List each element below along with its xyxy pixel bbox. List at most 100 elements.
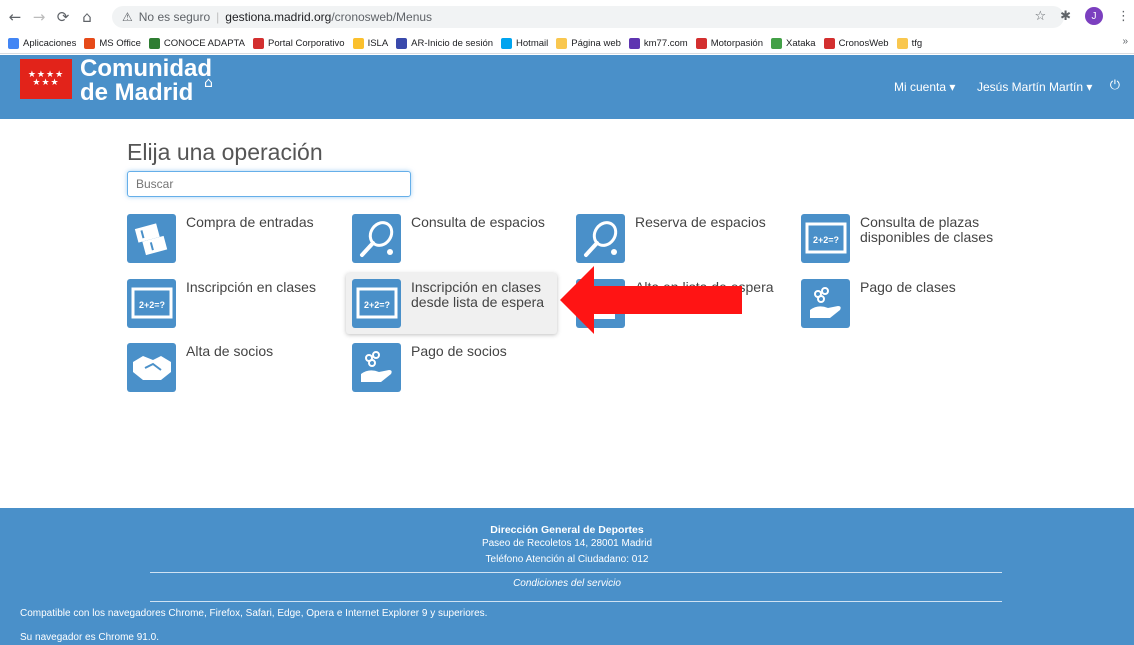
site-header: ★★★★ ★★★ Comunidad de Madrid ⌂ Mi cuenta…	[0, 55, 1134, 119]
tennis-racket-icon	[576, 214, 625, 263]
bookmark-item[interactable]: Motorpasión	[695, 38, 763, 49]
bookmark-label: Página web	[571, 38, 621, 49]
tickets-icon	[127, 214, 176, 263]
footer-address: Paseo de Recoletos 14, 28001 Madrid	[481, 538, 653, 549]
logout-power-icon[interactable]: ⏻	[1110, 78, 1120, 93]
hand-coins-icon	[801, 279, 850, 328]
bookmarks-overflow-icon[interactable]: »	[1122, 36, 1128, 47]
bookmark-item[interactable]: km77.com	[628, 38, 688, 49]
bookmark-label: Aplicaciones	[23, 38, 77, 49]
footer-divider	[150, 572, 1002, 573]
extensions-icon[interactable]: ✱	[1060, 9, 1071, 24]
footer-org: Dirección General de Deportes	[490, 524, 644, 536]
operation-label[interactable]: Reserva de espacios	[635, 215, 775, 230]
svg-text:2+2=?: 2+2=?	[363, 300, 389, 310]
brand-logo-text[interactable]: Comunidad de Madrid	[80, 57, 212, 105]
forward-icon[interactable]: →	[30, 8, 48, 26]
svg-text:2+2=?: 2+2=?	[138, 300, 164, 310]
compat-note: Compatible con los navegadores Chrome, F…	[20, 608, 488, 619]
page-title: Elija una operación	[127, 139, 323, 165]
bookmark-label: AR-Inicio de sesión	[411, 38, 494, 49]
bookmark-item[interactable]: Portal Corporativo	[253, 38, 345, 49]
bookmark-favicon-icon	[628, 38, 640, 49]
bookmark-label: km77.com	[643, 38, 688, 49]
terms-link[interactable]: Condiciones del servicio	[0, 578, 1134, 589]
flag-stars: ★★★★ ★★★	[27, 70, 65, 88]
bookmark-favicon-icon	[695, 38, 707, 49]
bookmark-item[interactable]: Hotmail	[501, 38, 548, 49]
bookmark-label: Hotmail	[516, 38, 549, 49]
operation-tile[interactable]: 2+2=? Consulta de plazas disponibles de c…	[801, 214, 1010, 263]
brand-line1: Comunidad	[80, 55, 212, 82]
bookmark-label: MS Office	[99, 38, 141, 49]
browser-toolbar: ← → ⟳ ⌂ ⚠ No es seguro | gestiona.madrid…	[0, 0, 1134, 34]
bookmark-label: tfg	[911, 38, 923, 49]
home-icon[interactable]: ⌂	[204, 75, 213, 91]
bookmark-favicon-icon	[396, 38, 408, 49]
operation-tile[interactable]: Consulta de espacios	[352, 214, 551, 263]
blackboard-icon: 2+2=?	[127, 279, 176, 328]
bookmark-favicon-icon	[896, 38, 908, 49]
warning-icon[interactable]: ⚠	[122, 10, 133, 24]
handshake-icon	[127, 343, 176, 392]
brand-line2: de Madrid	[80, 79, 194, 106]
bookmark-favicon-icon	[84, 38, 96, 49]
operation-tile[interactable]: Alta de socios	[127, 343, 326, 392]
bookmark-item[interactable]: AR-Inicio de sesión	[396, 38, 493, 49]
insecure-label: No es seguro	[138, 10, 211, 24]
bookmark-item[interactable]: ISLA	[352, 38, 389, 49]
bookmark-favicon-icon	[501, 38, 513, 49]
bookmark-favicon-icon	[823, 38, 835, 49]
bookmark-label: CronosWeb	[838, 38, 889, 49]
operation-label[interactable]: Inscripción en clases	[186, 280, 326, 295]
bookmark-label: ISLA	[367, 38, 389, 49]
operation-label[interactable]: Inscripción en clases desde lista de esp…	[411, 280, 551, 310]
footer-phone: Teléfono Atención al Ciudadano: 012	[485, 554, 649, 565]
menu-icon[interactable]: ⋮	[1117, 9, 1130, 24]
profile-avatar[interactable]: J	[1085, 7, 1103, 25]
operation-tile[interactable]: 2+2=? Inscripción en clases desde lista d…	[346, 273, 557, 334]
operation-label[interactable]: Consulta de plazas disponibles de clases	[860, 215, 1010, 245]
operation-label[interactable]: Compra de entradas	[186, 215, 326, 230]
bookmark-item[interactable]: CronosWeb	[823, 38, 889, 49]
tennis-racket-icon	[352, 214, 401, 263]
bookmark-item[interactable]: tfg	[896, 38, 923, 49]
operation-tile[interactable]: Pago de socios	[352, 343, 551, 392]
operation-tile[interactable]: Pago de clases	[801, 279, 1000, 328]
site-footer: Dirección General de Deportes Paseo de R…	[0, 508, 1134, 645]
footer-divider	[150, 601, 1002, 602]
operation-tile[interactable]: 2+2=? Inscripción en clases	[127, 279, 326, 328]
madrid-flag-logo[interactable]: ★★★★ ★★★	[20, 59, 72, 99]
bookmark-favicon-icon	[771, 38, 782, 49]
star-icon[interactable]: ☆	[1034, 9, 1046, 24]
bookmark-item[interactable]: MS Office	[84, 38, 141, 49]
operation-label[interactable]: Pago de clases	[860, 280, 1000, 295]
hand-coins-icon	[352, 343, 401, 392]
operation-label[interactable]: Consulta de espacios	[411, 215, 551, 230]
operation-tile[interactable]: Reserva de espacios	[576, 214, 775, 263]
svg-text:2+2=?: 2+2=?	[812, 235, 838, 245]
bookmark-item[interactable]: Página web	[556, 38, 621, 49]
bookmark-item[interactable]: Xataka	[771, 38, 816, 49]
reload-icon[interactable]: ⟳	[54, 8, 72, 26]
bookmark-label: Motorpasión	[710, 38, 763, 49]
bookmark-label: Xataka	[786, 38, 816, 49]
bookmark-item[interactable]: CONOCE ADAPTA	[148, 38, 245, 49]
account-menu[interactable]: Mi cuenta ▾	[894, 80, 955, 94]
address-bar[interactable]: ⚠ No es seguro | gestiona.madrid.org/cro…	[112, 6, 1064, 28]
bookmarks-bar: Aplicaciones MS Office CONOCE ADAPTA Portal…	[0, 34, 1134, 54]
url-host: gestiona.madrid.org	[225, 10, 332, 24]
bookmark-favicon-icon	[253, 38, 264, 49]
search-input[interactable]	[127, 171, 411, 197]
user-menu[interactable]: Jesús Martín Martín ▾	[977, 80, 1092, 94]
bookmark-favicon-icon	[556, 38, 568, 49]
home-browser-icon[interactable]: ⌂	[78, 8, 96, 26]
operation-label[interactable]: Alta de socios	[186, 344, 326, 359]
operation-tile[interactable]: Compra de entradas	[127, 214, 326, 263]
bookmark-favicon-icon	[8, 38, 19, 49]
blackboard-icon: 2+2=?	[801, 214, 850, 263]
bookmark-item[interactable]: Aplicaciones	[8, 38, 76, 49]
back-icon[interactable]: ←	[6, 8, 24, 26]
bookmark-favicon-icon	[148, 38, 160, 49]
operation-label[interactable]: Pago de socios	[411, 344, 551, 359]
